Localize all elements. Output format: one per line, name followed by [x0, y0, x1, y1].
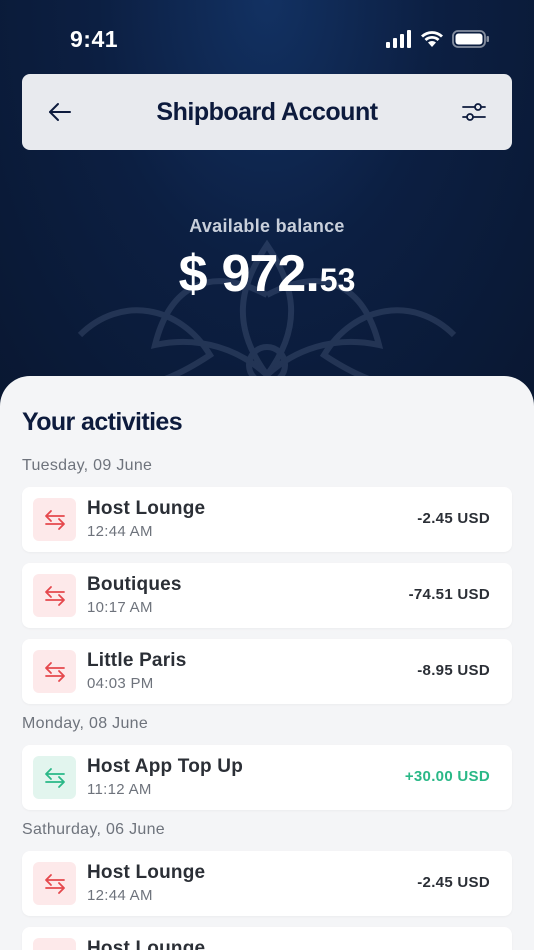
day-label: Monday, 08 June [22, 715, 149, 732]
balance-label: Available balance [189, 216, 345, 236]
balance-whole: 972 [221, 245, 307, 303]
status-time: 9:41 [70, 26, 119, 52]
transaction-name: Host Lounge [87, 862, 206, 883]
transaction-amount: -2.45 USD [417, 510, 490, 527]
signal-icon [386, 30, 411, 48]
transfer-out-icon [33, 938, 76, 950]
transaction-name: Host Lounge [87, 498, 206, 519]
transaction-amount: -2.45 USD [417, 874, 490, 891]
page-title: Shipboard Account [156, 98, 378, 126]
balance-cents: 53 [319, 262, 356, 298]
transfer-in-icon [33, 756, 76, 799]
transfer-out-icon [33, 650, 76, 693]
wifi-icon [421, 31, 443, 47]
activities-sheet: Your activities Tuesday, 09 June Host Lo… [0, 376, 534, 950]
transaction-time: 12:44 AM [87, 523, 153, 540]
transaction-time: 11:12 AM [87, 781, 152, 798]
transaction-time: 04:03 PM [87, 675, 154, 692]
transaction-time: 10:17 AM [87, 599, 153, 616]
status-icons [386, 30, 490, 48]
sliders-icon[interactable] [460, 98, 488, 126]
transaction-row[interactable]: Little Paris 04:03 PM -8.95 USD [22, 639, 512, 704]
day-label: Sathurday, 06 June [22, 821, 165, 838]
battery-icon [452, 30, 489, 48]
transaction-name: Boutiques [87, 574, 182, 595]
transaction-row[interactable]: Host Lounge [22, 927, 512, 950]
transaction-name: Host App Top Up [87, 756, 244, 777]
transfer-out-icon [33, 498, 76, 541]
transaction-row[interactable]: Host Lounge 12:44 AM -2.45 USD [22, 487, 512, 552]
day-label: Tuesday, 09 June [22, 457, 153, 474]
status-bar: 9:41 [0, 0, 534, 80]
transaction-amount: -8.95 USD [417, 662, 490, 679]
transaction-row[interactable]: Boutiques 10:17 AM -74.51 USD [22, 563, 512, 628]
transaction-name: Little Paris [87, 650, 187, 671]
transaction-amount: +30.00 USD [404, 768, 490, 785]
balance-amount: $972.53 [0, 244, 534, 304]
balance-currency: $ [178, 245, 208, 303]
transfer-out-icon [33, 574, 76, 617]
transaction-row[interactable]: Host App Top Up 11:12 AM +30.00 USD [22, 745, 512, 810]
section-title: Your activities [22, 408, 183, 436]
header-bar: Shipboard Account [22, 74, 512, 150]
balance-decimal-point: . [305, 245, 320, 303]
transfer-out-icon [33, 862, 76, 905]
transaction-amount: -74.51 USD [408, 586, 490, 603]
transaction-name: Host Lounge [87, 938, 206, 950]
transaction-time: 12:44 AM [87, 887, 153, 904]
transaction-row[interactable]: Host Lounge 12:44 AM -2.45 USD [22, 851, 512, 916]
